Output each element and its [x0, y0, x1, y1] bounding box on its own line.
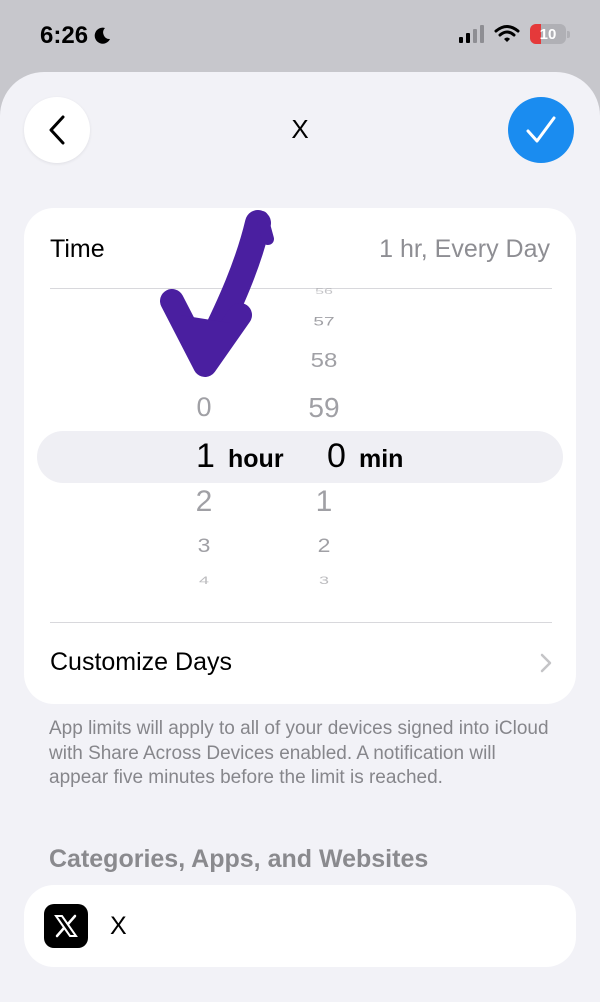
customize-days-label: Customize Days [50, 648, 232, 676]
cellular-signal-icon [459, 25, 484, 43]
minute-wheel[interactable]: 56 57 58 59 1 2 3 [284, 288, 364, 622]
time-label: Time [50, 235, 105, 263]
time-limit-card: Time 1 hr, Every Day 0 2 3 4 1 hour 56 5… [24, 208, 576, 704]
hour-option[interactable]: 0 [164, 392, 244, 423]
wifi-icon [494, 25, 520, 42]
done-button[interactable] [508, 97, 574, 163]
hour-unit-label: hour [228, 445, 284, 473]
duration-picker[interactable]: 0 2 3 4 1 hour 56 57 58 59 1 2 3 0 min [24, 288, 576, 622]
minute-option[interactable]: 1 [284, 485, 364, 519]
minute-option[interactable]: 59 [284, 392, 364, 424]
selected-hour: 1 [196, 437, 215, 475]
section-header: Categories, Apps, and Websites [49, 845, 429, 873]
time-value: 1 hr, Every Day [379, 235, 550, 263]
hour-option[interactable]: 4 [164, 574, 244, 587]
selected-minute: 0 [327, 437, 346, 475]
hand-drawn-arrow-icon [160, 210, 274, 377]
x-logo-icon [44, 904, 88, 948]
status-bar: 6:26 10 [0, 0, 600, 72]
moon-icon [94, 27, 111, 44]
chevron-right-icon [540, 653, 552, 673]
checkmark-icon [526, 116, 556, 143]
status-time: 6:26 [40, 22, 89, 49]
customize-days-row[interactable]: Customize Days [24, 623, 576, 703]
minute-option[interactable]: 56 [284, 288, 364, 297]
status-time-group: 6:26 [40, 22, 112, 50]
hour-option[interactable]: 2 [164, 485, 244, 519]
app-list-item[interactable]: X [24, 885, 576, 967]
minute-option[interactable]: 57 [284, 315, 364, 329]
app-name: X [110, 912, 127, 940]
minute-unit-label: min [359, 445, 404, 473]
battery-level: 10 [539, 25, 557, 43]
minute-option[interactable]: 58 [284, 349, 364, 373]
hour-option[interactable]: 3 [164, 534, 244, 557]
app-limit-footnote: App limits will apply to all of your dev… [49, 718, 549, 788]
minute-option[interactable]: 3 [284, 574, 364, 587]
time-row[interactable]: Time 1 hr, Every Day [24, 208, 576, 288]
app-limit-sheet: X Time 1 hr, Every Day 0 2 3 4 1 hour 56 [0, 72, 600, 1002]
battery-icon: 10 [530, 24, 570, 44]
minute-option[interactable]: 2 [284, 534, 364, 557]
status-indicators: 10 [459, 24, 570, 44]
